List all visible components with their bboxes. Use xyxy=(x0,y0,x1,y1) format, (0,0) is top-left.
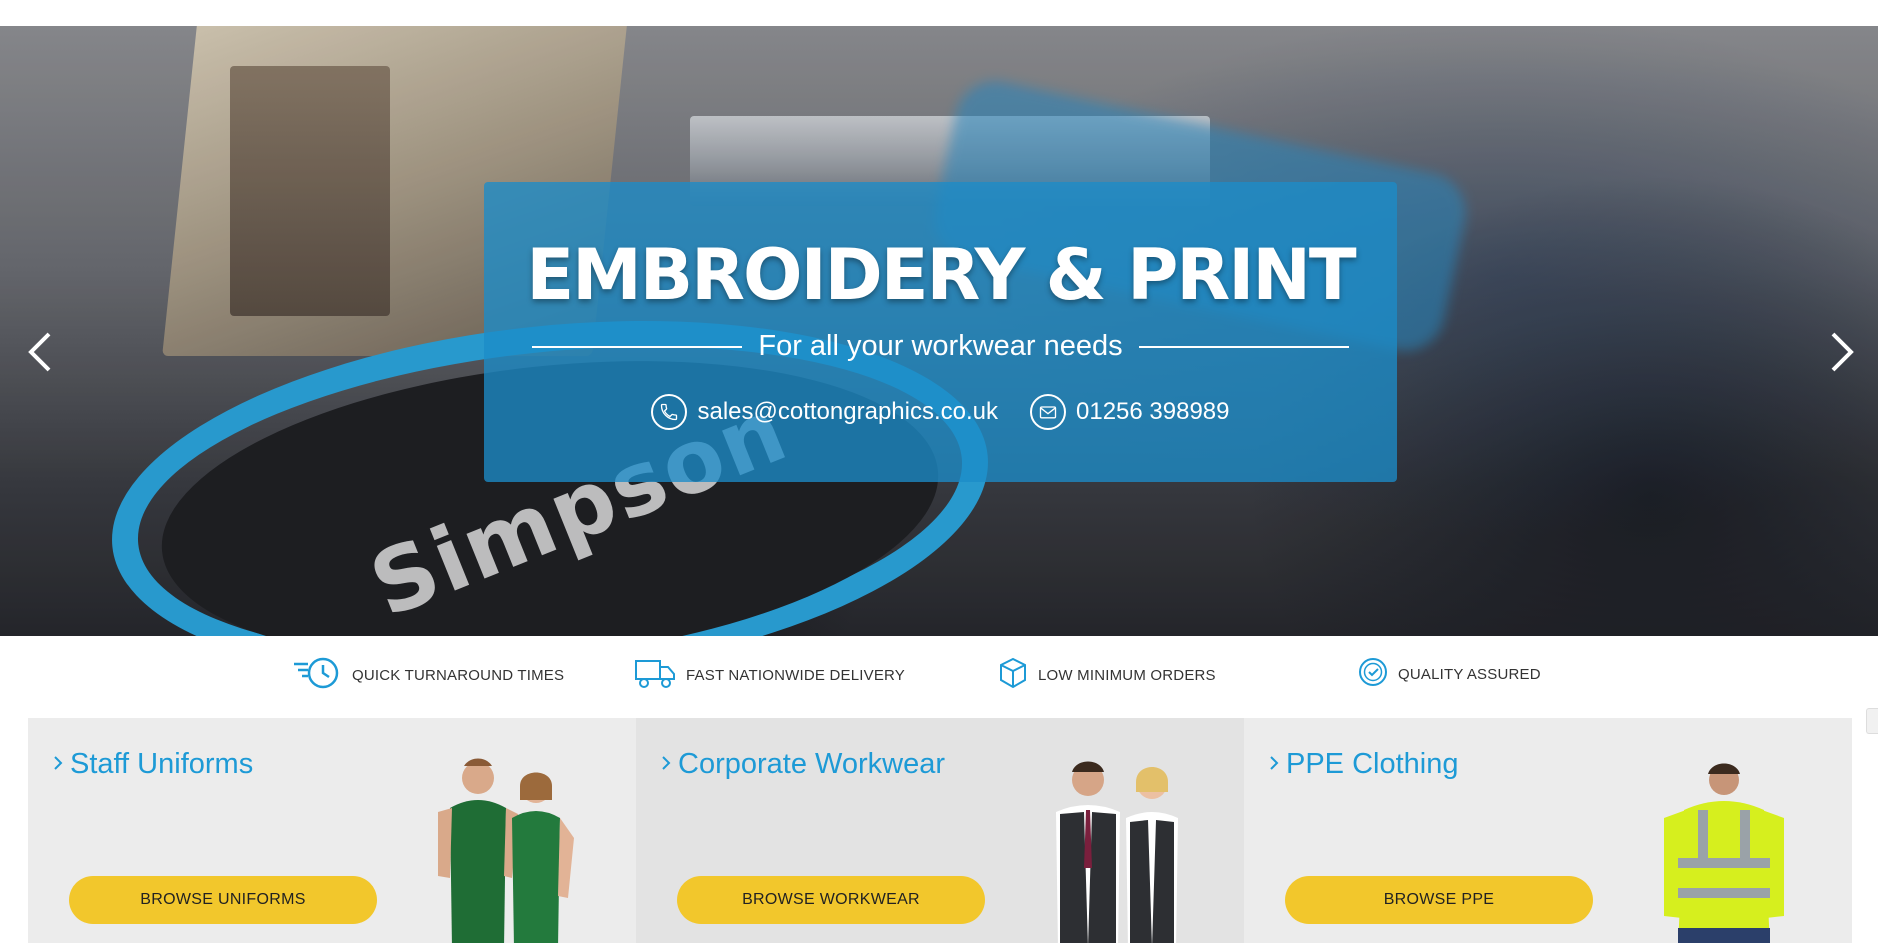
divider xyxy=(1138,345,1350,348)
staff-uniforms-image xyxy=(408,748,608,943)
category-cards: Staff Uniforms BROWSE UNIFORMS Corporate… xyxy=(28,718,1852,943)
card-title-text: PPE Clothing xyxy=(1286,748,1459,780)
feature-label: LOW MINIMUM ORDERS xyxy=(1038,666,1216,684)
phone-icon xyxy=(651,394,688,430)
chevron-right-icon xyxy=(52,748,64,781)
hero-subtitle: For all your workwear needs xyxy=(758,330,1123,362)
check-badge-icon xyxy=(1358,656,1388,692)
phone-link[interactable]: 01256 398989 xyxy=(1076,398,1230,426)
card-staff-uniforms[interactable]: Staff Uniforms BROWSE UNIFORMS xyxy=(28,718,636,943)
slider-prev-arrow[interactable] xyxy=(20,322,60,382)
card-ppe-clothing[interactable]: PPE Clothing BROWSE PPE xyxy=(1244,718,1852,943)
feature-item: QUALITY ASSURED xyxy=(1358,656,1541,692)
browse-workwear-button[interactable]: BROWSE WORKWEAR xyxy=(677,876,985,924)
chevron-left-icon xyxy=(28,332,51,372)
ppe-clothing-image xyxy=(1624,748,1824,943)
hero-slider: Simpson EMBROIDERY & PRINT For all your … xyxy=(0,26,1878,636)
card-title-text: Staff Uniforms xyxy=(70,748,254,780)
chevron-right-icon xyxy=(1268,748,1280,781)
feature-item: LOW MINIMUM ORDERS xyxy=(998,656,1216,694)
card-title[interactable]: PPE Clothing xyxy=(1268,748,1459,781)
phone-contact[interactable]: 01256 398989 xyxy=(1030,394,1230,430)
feature-item: FAST NATIONWIDE DELIVERY xyxy=(634,656,905,694)
feature-item: QUICK TURNAROUND TIMES xyxy=(292,656,564,694)
card-title[interactable]: Staff Uniforms xyxy=(52,748,253,781)
email-contact[interactable]: sales@cottongraphics.co.uk xyxy=(651,394,998,430)
feature-label: FAST NATIONWIDE DELIVERY xyxy=(686,666,906,684)
feature-strip: QUICK TURNAROUND TIMES FAST NATIONWIDE D… xyxy=(0,656,1878,696)
card-title[interactable]: Corporate Workwear xyxy=(660,748,945,781)
browse-uniforms-button[interactable]: BROWSE UNIFORMS xyxy=(69,876,377,924)
hero-title: EMBROIDERY & PRINT xyxy=(526,234,1356,316)
email-link[interactable]: sales@cottongraphics.co.uk xyxy=(697,398,998,426)
chevron-right-icon xyxy=(1831,332,1854,372)
feature-label: QUALITY ASSURED xyxy=(1398,665,1541,683)
chevron-right-icon xyxy=(660,748,672,781)
box-icon xyxy=(998,656,1028,694)
fast-clock-icon xyxy=(292,656,342,694)
card-title-text: Corporate Workwear xyxy=(678,748,946,780)
corporate-workwear-image xyxy=(1016,748,1216,943)
feature-label: QUICK TURNAROUND TIMES xyxy=(352,666,565,684)
envelope-icon xyxy=(1030,394,1066,430)
contact-row: sales@cottongraphics.co.uk 01256 398989 xyxy=(484,394,1397,430)
browse-ppe-button[interactable]: BROWSE PPE xyxy=(1285,876,1593,924)
card-corporate-workwear[interactable]: Corporate Workwear BROWSE WORKWEAR xyxy=(636,718,1244,943)
slider-next-arrow[interactable] xyxy=(1822,322,1862,382)
divider xyxy=(532,345,743,348)
delivery-truck-icon xyxy=(634,656,676,694)
hero-subtitle-row: For all your workwear needs xyxy=(532,330,1350,363)
side-widget-tab[interactable] xyxy=(1866,708,1878,734)
hero-caption-box: EMBROIDERY & PRINT For all your workwear… xyxy=(484,182,1397,482)
